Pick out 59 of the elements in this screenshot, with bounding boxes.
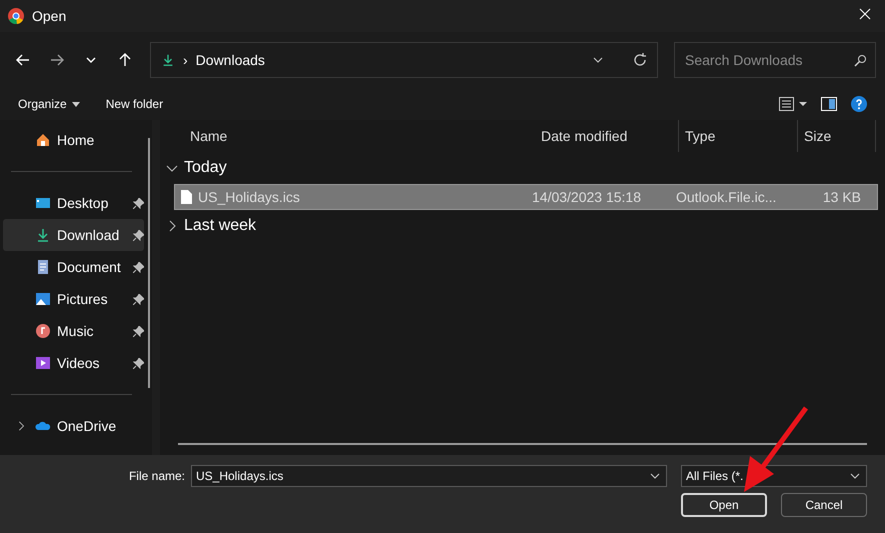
type-cell-text: Outlook.File.ic... [675,189,778,205]
sidebar-item[interactable]: Desktop [3,187,144,219]
file-icon [181,190,192,204]
address-bar[interactable]: › Downloads [150,42,658,78]
breadcrumb-separator: › [183,52,188,68]
pin-icon[interactable] [133,262,144,272]
pin-icon[interactable] [133,230,144,240]
column-header[interactable]: Size [798,120,876,152]
download-icon [161,52,175,68]
column-header[interactable]: Type [679,120,798,152]
file-name: US_Holidays.ics [198,189,300,205]
chevron-down-icon[interactable] [593,55,603,65]
file-type-dropdown[interactable]: All Files (*. [681,465,867,487]
sidebar-item[interactable]: OneDrive [3,410,144,442]
column-header[interactable]: Name [160,120,535,152]
sidebar-item[interactable]: Document [3,251,144,283]
column-header[interactable]: Date modified [535,120,679,152]
date-cell-text: 14/03/2023 15:18 [531,189,642,205]
sidebar-item[interactable]: Videos [3,347,144,379]
search-input[interactable]: Search Downloads [683,51,854,69]
window-title: Open [32,8,68,24]
secondary-button[interactable]: Cancel [781,493,867,517]
preview-pane-icon[interactable] [821,97,837,111]
house-icon [35,132,51,148]
caret-icon[interactable] [72,102,80,106]
music-note-icon [35,323,51,339]
search-field[interactable]: Search Downloads [674,42,876,78]
browser-logo-icon [8,8,24,24]
group-header[interactable]: Today [184,159,227,177]
chevron-down-icon[interactable] [650,473,660,479]
refresh-icon[interactable] [633,53,647,67]
sidebar-item[interactable]: Download [3,219,144,251]
organize-button[interactable]: Organize [18,97,80,111]
file-name-label: File name: [128,469,185,483]
document-icon [35,259,51,275]
pin-icon[interactable] [133,326,144,336]
download-icon [35,227,51,243]
pin-icon[interactable] [133,358,144,368]
size-cell-text: 13 KB [822,189,862,205]
pin-icon[interactable] [133,198,144,208]
sidebar-item[interactable]: Pictures [3,283,144,315]
scrollbar[interactable] [148,138,150,388]
chevron-right-icon[interactable] [16,421,26,431]
group-header[interactable]: Last week [184,217,256,235]
search-icon [854,54,867,66]
chevron-down-icon[interactable] [850,473,860,479]
file-name-field[interactable]: US_Holidays.ics [191,465,667,487]
picture-icon [35,291,51,307]
address-path: Downloads [196,52,266,68]
desktop-icon [35,195,51,211]
scrollbar[interactable] [178,443,867,445]
help-icon[interactable] [851,96,867,112]
sidebar-item[interactable]: Home [3,124,144,156]
new-folder-button[interactable]: New folder [106,97,164,111]
primary-button[interactable]: Open [681,493,767,517]
video-icon [35,355,51,371]
pin-icon[interactable] [133,294,144,304]
view-list-icon[interactable] [779,97,807,111]
sidebar-item[interactable]: Music [3,315,144,347]
